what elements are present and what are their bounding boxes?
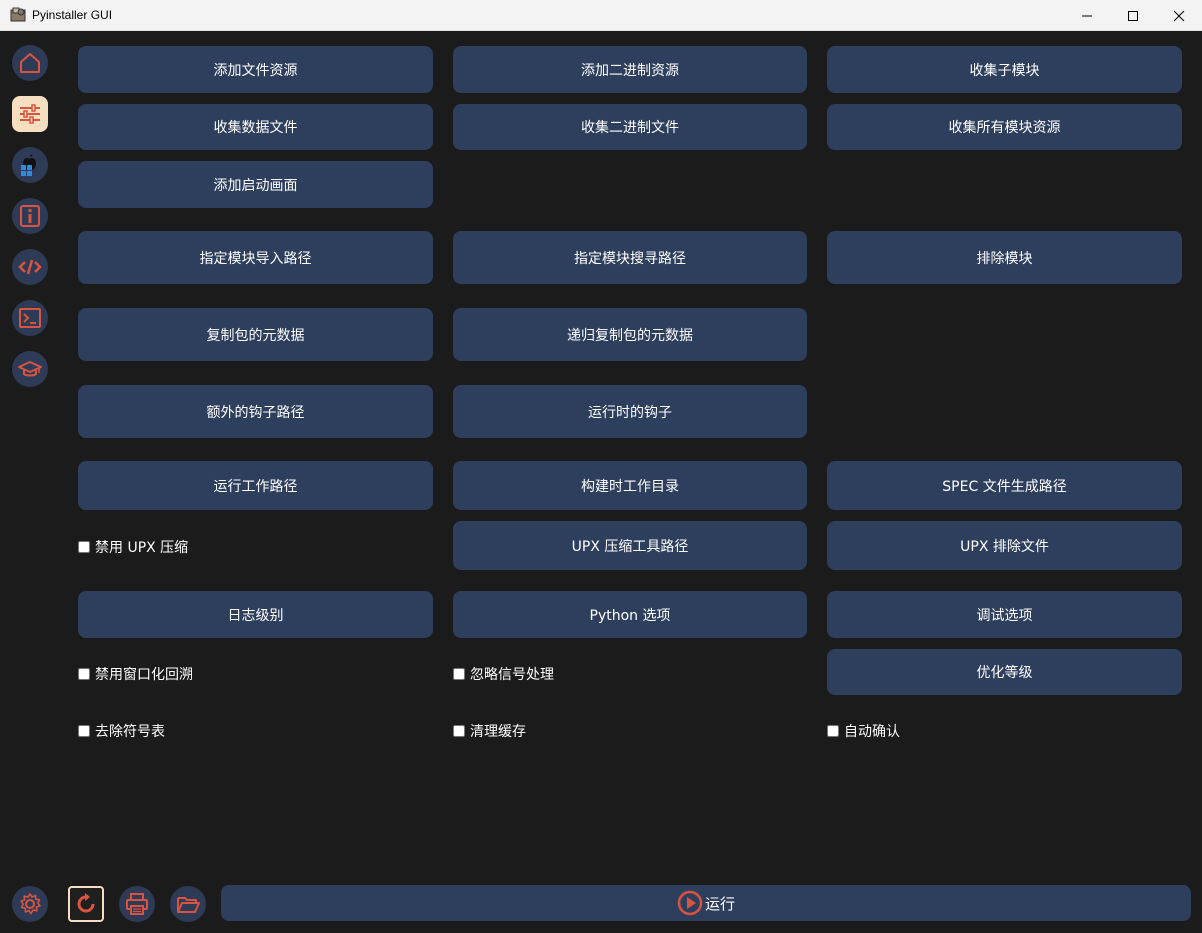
module-import-path-button[interactable]: 指定模块导入路径 <box>78 231 433 284</box>
checkbox-box[interactable] <box>453 725 465 737</box>
checkbox-box[interactable] <box>453 668 465 680</box>
refresh-button[interactable] <box>68 886 104 922</box>
checkbox-box[interactable] <box>78 725 90 737</box>
checkbox-box[interactable] <box>827 725 839 737</box>
disable-upx-checkbox[interactable]: 禁用 UPX 压缩 <box>78 537 188 557</box>
printer-icon <box>126 893 148 915</box>
refresh-icon <box>77 893 95 913</box>
run-button[interactable]: 运行 <box>221 885 1191 921</box>
checkbox-label: 清理缓存 <box>470 724 526 740</box>
optimize-level-button[interactable]: 优化等级 <box>827 649 1182 695</box>
spec-output-path-button[interactable]: SPEC 文件生成路径 <box>827 461 1182 510</box>
extra-hooks-path-button[interactable]: 额外的钩子路径 <box>78 385 433 438</box>
add-splash-button[interactable]: 添加启动画面 <box>78 161 433 208</box>
clean-cache-checkbox[interactable]: 清理缓存 <box>453 721 526 741</box>
gear-icon <box>20 893 41 915</box>
auto-confirm-checkbox[interactable]: 自动确认 <box>827 721 900 741</box>
title-bar: Pyinstaller GUI <box>0 0 1202 31</box>
collect-submodules-button[interactable]: 收集子模块 <box>827 46 1182 93</box>
checkbox-label: 去除符号表 <box>95 724 165 740</box>
python-options-button[interactable]: Python 选项 <box>453 591 807 638</box>
code-icon <box>18 259 42 275</box>
collect-data-files-button[interactable]: 收集数据文件 <box>78 104 433 150</box>
print-button[interactable] <box>119 886 155 922</box>
disable-windowed-traceback-checkbox[interactable]: 禁用窗口化回溯 <box>78 664 193 684</box>
close-button[interactable] <box>1156 0 1202 31</box>
strip-symbols-checkbox[interactable]: 去除符号表 <box>78 721 165 741</box>
maximize-button[interactable] <box>1110 0 1156 31</box>
sidebar-item-code[interactable] <box>12 249 48 285</box>
maximize-icon <box>1128 10 1138 21</box>
checkbox-box[interactable] <box>78 541 90 553</box>
ignore-signals-checkbox[interactable]: 忽略信号处理 <box>453 664 554 684</box>
build-work-dir-button[interactable]: 构建时工作目录 <box>453 461 807 510</box>
sidebar-item-home[interactable] <box>12 45 48 81</box>
add-binary-resource-button[interactable]: 添加二进制资源 <box>453 46 807 93</box>
upx-exclude-file-button[interactable]: UPX 排除文件 <box>827 521 1182 570</box>
exclude-module-button[interactable]: 排除模块 <box>827 231 1182 284</box>
minimize-button[interactable] <box>1064 0 1110 31</box>
collect-binary-files-button[interactable]: 收集二进制文件 <box>453 104 807 150</box>
close-icon <box>1173 10 1185 21</box>
collect-all-module-resources-button[interactable]: 收集所有模块资源 <box>827 104 1182 150</box>
open-folder-button[interactable] <box>170 886 206 922</box>
module-search-path-button[interactable]: 指定模块搜寻路径 <box>453 231 807 284</box>
upx-tool-path-button[interactable]: UPX 压缩工具路径 <box>453 521 807 570</box>
debug-options-button[interactable]: 调试选项 <box>827 591 1182 638</box>
settings-button[interactable] <box>12 886 48 922</box>
app-icon <box>10 7 26 22</box>
graduation-cap-icon <box>18 361 42 377</box>
add-file-resource-button[interactable]: 添加文件资源 <box>78 46 433 93</box>
sidebar-item-learn[interactable] <box>12 351 48 387</box>
sidebar-item-settings[interactable] <box>12 96 48 132</box>
checkbox-label: 忽略信号处理 <box>470 667 554 683</box>
play-icon <box>677 890 703 916</box>
terminal-icon <box>19 308 41 328</box>
sidebar-item-terminal[interactable] <box>12 300 48 336</box>
main-content: 添加文件资源 添加二进制资源 收集子模块 收集数据文件 收集二进制文件 收集所有… <box>1 31 1201 932</box>
sidebar-item-platform[interactable] <box>12 147 48 183</box>
checkbox-box[interactable] <box>78 668 90 680</box>
log-level-button[interactable]: 日志级别 <box>78 591 433 638</box>
recursive-copy-metadata-button[interactable]: 递归复制包的元数据 <box>453 308 807 361</box>
runtime-hooks-button[interactable]: 运行时的钩子 <box>453 385 807 438</box>
run-label: 运行 <box>704 894 735 913</box>
sliders-icon <box>20 104 40 124</box>
checkbox-label: 禁用窗口化回溯 <box>95 667 193 683</box>
run-work-path-button[interactable]: 运行工作路径 <box>78 461 433 510</box>
info-icon <box>20 205 40 227</box>
sidebar-item-info[interactable] <box>12 198 48 234</box>
window-title: Pyinstaller GUI <box>32 8 113 22</box>
checkbox-label: 自动确认 <box>844 724 900 740</box>
folder-icon <box>177 897 200 913</box>
platform-icon <box>21 154 36 176</box>
checkbox-label: 禁用 UPX 压缩 <box>95 540 189 556</box>
copy-metadata-button[interactable]: 复制包的元数据 <box>78 308 433 361</box>
minimize-icon <box>1082 15 1092 16</box>
home-icon <box>20 53 40 73</box>
